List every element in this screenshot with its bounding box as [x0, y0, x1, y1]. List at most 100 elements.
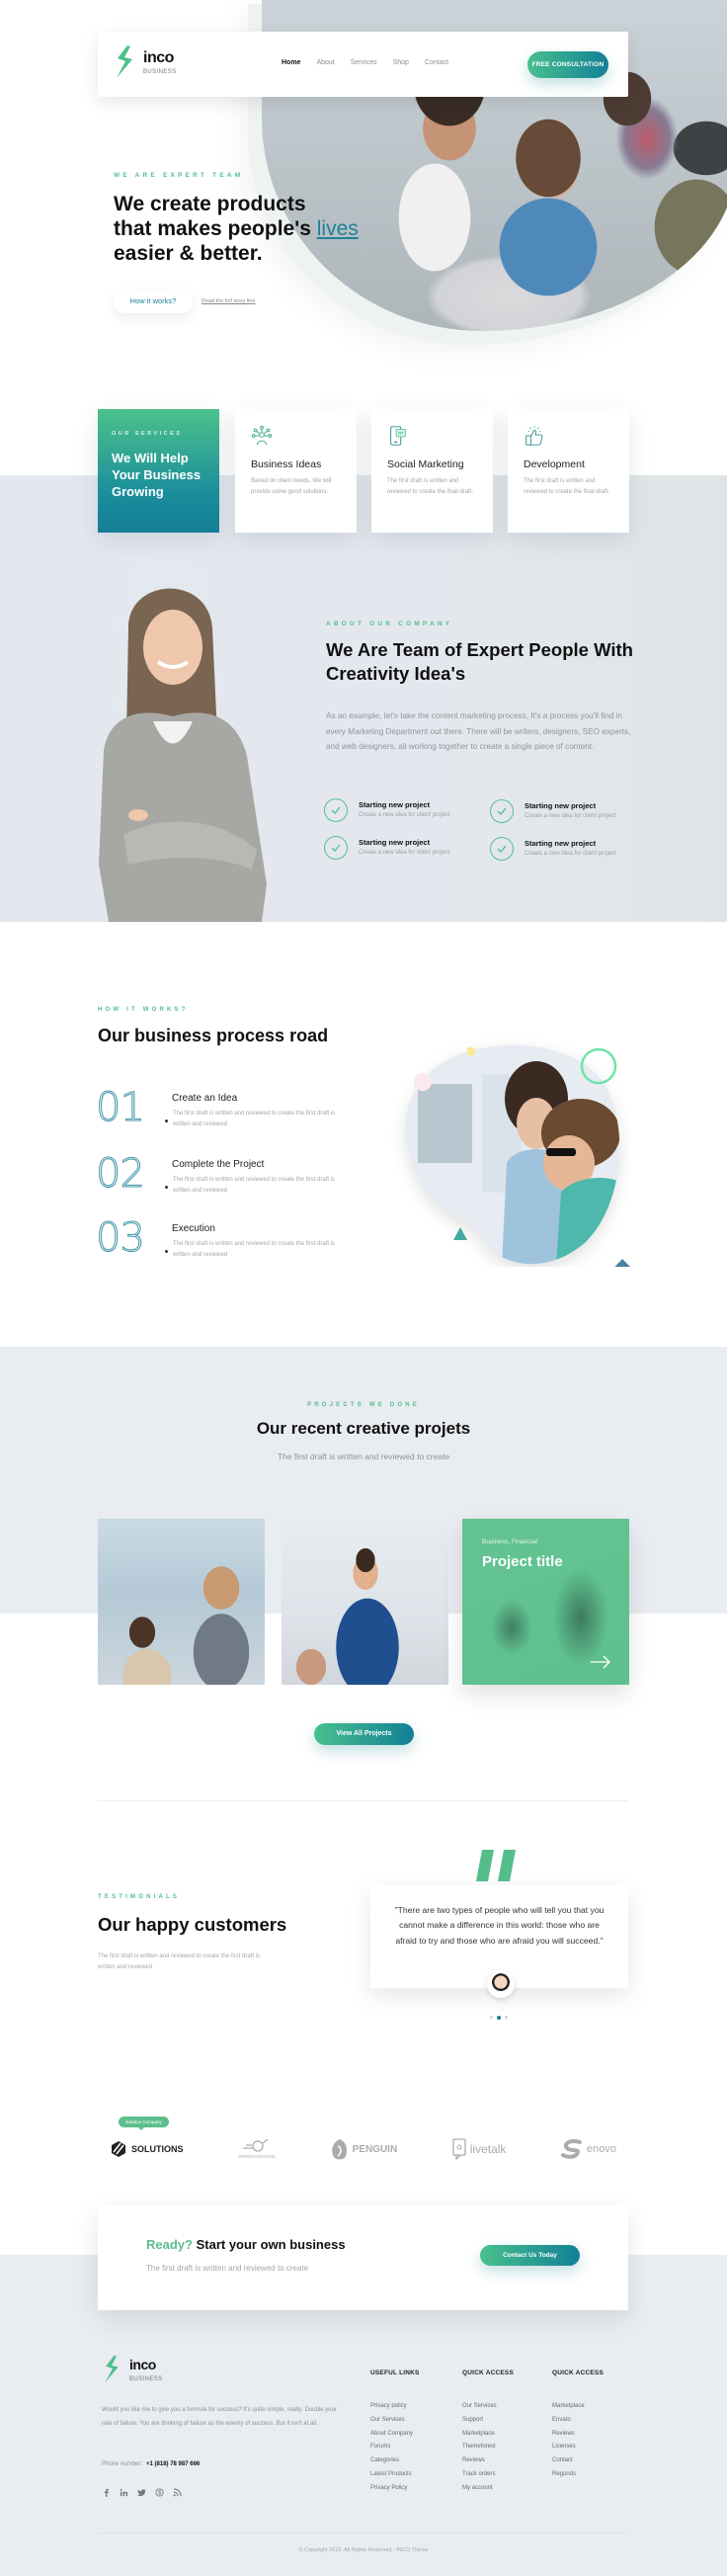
- footer-link[interactable]: Privacy Policy: [370, 2485, 420, 2499]
- feature-title: Starting new project: [359, 838, 431, 847]
- footer-divider: [98, 2533, 628, 2534]
- client-logo-solutions[interactable]: SOLUTIONS: [110, 2140, 184, 2158]
- footer-link[interactable]: Regunds: [552, 2471, 604, 2485]
- hero-title-line1: We create products: [114, 193, 306, 215]
- services-lead-card: OUR SERVICES We Will Help Your Business …: [98, 409, 219, 533]
- step-desc: The first draft is written and reviewed …: [173, 1241, 336, 1259]
- footer-link[interactable]: About Company: [370, 2431, 420, 2445]
- footer-link[interactable]: Latest Products: [370, 2471, 420, 2485]
- footer-link[interactable]: Categories: [370, 2457, 420, 2471]
- client-logo-speedyservice[interactable]: SPEEDYSERVICE: [238, 2139, 276, 2159]
- client-logo-enovo[interactable]: enovo: [561, 2139, 616, 2159]
- free-consultation-button[interactable]: FREE CONSULTATION: [527, 51, 608, 78]
- footer-link[interactable]: Track orders: [462, 2471, 514, 2485]
- phone-number[interactable]: +1 (818) 78 987 666: [146, 2461, 200, 2467]
- cta-card: Ready? Start your own business The first…: [98, 2205, 628, 2310]
- bolt-logo-icon: [117, 45, 132, 78]
- service-card-business-ideas[interactable]: Business Ideas Based on client needs, We…: [235, 409, 357, 533]
- social-links: [102, 2488, 182, 2497]
- carousel-dot[interactable]: [505, 2016, 508, 2019]
- logo-tagline: BUSINESS: [143, 68, 177, 75]
- skype-icon[interactable]: [155, 2488, 164, 2497]
- arrow-right-icon[interactable]: [590, 1655, 611, 1669]
- project-card-celebration[interactable]: [282, 1519, 448, 1685]
- service-desc: The first draft is written and reviewed …: [387, 478, 474, 496]
- nav-contact[interactable]: Contact: [417, 56, 456, 69]
- footer-link[interactable]: Marketplace: [462, 2431, 514, 2445]
- footer-about-text: Would you like me to give you a formula …: [102, 2407, 337, 2427]
- service-card-development[interactable]: Development The first draft is written a…: [508, 409, 629, 533]
- project-card-featured[interactable]: Business, Financial Project title: [462, 1519, 629, 1685]
- process-step: 01 Create an Idea The first draft is wri…: [96, 1085, 353, 1134]
- footer-column-title: USEFUL LINKS: [370, 2369, 420, 2376]
- footer-column-title: QUICK ACCESS: [552, 2369, 604, 2376]
- footer-link[interactable]: Support: [462, 2417, 514, 2431]
- footer-link[interactable]: Contact: [552, 2457, 604, 2471]
- client-logo-livetalk[interactable]: livetalk: [452, 2138, 506, 2160]
- logo[interactable]: inco BUSINESS: [114, 44, 177, 80]
- customer-avatar: [487, 1970, 515, 1998]
- feature-item: Starting new project Create a new idea fo…: [490, 799, 648, 823]
- footer-logo[interactable]: inco BUSINESS: [102, 2355, 163, 2384]
- hero-eyebrow: WE ARE EXPERT TEAM: [114, 172, 244, 179]
- linkedin-icon[interactable]: [120, 2488, 128, 2497]
- twitter-icon[interactable]: [137, 2488, 146, 2497]
- feature-item: Starting new project Create a new idea fo…: [324, 798, 482, 822]
- how-it-works-button[interactable]: How it works?: [114, 290, 193, 313]
- carousel-dots: [490, 2015, 508, 2020]
- footer-link[interactable]: Reviews: [462, 2457, 514, 2471]
- nav-shop[interactable]: Shop: [385, 56, 417, 69]
- read-story-link[interactable]: Read the full story line: [202, 298, 255, 304]
- footer-link[interactable]: Forums: [370, 2444, 420, 2457]
- footer-link[interactable]: Our Services: [370, 2417, 420, 2431]
- feature-title: Starting new project: [359, 800, 431, 809]
- about-eyebrow: ABOUT OUR COMPANY: [326, 621, 453, 627]
- testimonials-desc: The first draft is written and reviewed …: [98, 1953, 261, 1971]
- network-person-icon: [251, 425, 273, 446]
- process-eyebrow: HOW IT WORKS?: [98, 1007, 189, 1013]
- footer-link[interactable]: My account: [462, 2485, 514, 2499]
- process-step: 03 Execution The first draft is written …: [96, 1215, 353, 1265]
- rss-icon[interactable]: [173, 2488, 182, 2497]
- service-card-social-marketing[interactable]: Social Marketing The first draft is writ…: [371, 409, 493, 533]
- service-desc: The first draft is written and reviewed …: [524, 478, 610, 496]
- service-desc: Based on client needs, We will provide s…: [251, 478, 332, 496]
- nav-about[interactable]: About: [308, 56, 342, 69]
- footer-link[interactable]: Our Services: [462, 2403, 514, 2417]
- footer-link[interactable]: Marketplace: [552, 2403, 604, 2417]
- about-title: We Are Team of Expert People With Creati…: [326, 639, 633, 684]
- project-card-meeting[interactable]: [98, 1519, 265, 1685]
- feature-title: Starting new project: [525, 801, 597, 810]
- step-number: 02: [96, 1151, 146, 1198]
- client-logos: SOLUTIONS SPEEDYSERVICE PENGUIN livetalk…: [98, 2129, 628, 2169]
- logo-name: inco: [143, 48, 174, 66]
- carousel-dot[interactable]: [490, 2016, 493, 2019]
- about-text: As an example, let's take the content ma…: [326, 711, 631, 752]
- footer-link[interactable]: Themeforest: [462, 2444, 514, 2457]
- service-title: Social Marketing: [387, 458, 464, 470]
- carousel-dot-active[interactable]: [497, 2015, 501, 2020]
- enovo-swirl-icon: [561, 2139, 583, 2159]
- smiling-woman-photo: [99, 588, 267, 922]
- nav-menu: Home About Services Shop Contact: [274, 53, 456, 69]
- contact-us-button[interactable]: Contact Us Today: [480, 2245, 580, 2266]
- feature-desc: Create a new idea for client project: [359, 850, 450, 856]
- view-all-projects-button[interactable]: View All Projects: [314, 1723, 414, 1745]
- cta-ready: Ready?: [146, 2237, 193, 2252]
- client-logo-penguin[interactable]: PENGUIN: [331, 2138, 397, 2160]
- step-title: Complete the Project: [172, 1159, 265, 1170]
- hero-title-highlight: lives: [316, 217, 359, 241]
- nav-home[interactable]: Home: [274, 53, 308, 69]
- footer-link[interactable]: Privacy policy: [370, 2403, 420, 2417]
- nav-services[interactable]: Services: [343, 56, 385, 69]
- facebook-icon[interactable]: [102, 2488, 111, 2497]
- services-eyebrow: OUR SERVICES: [112, 431, 183, 437]
- footer-column-quick-access: QUICK ACCESS Our Services Support Market…: [462, 2369, 514, 2499]
- cta-subtitle: The first draft is written and reviewed …: [146, 2264, 309, 2273]
- client-badge: Solution Company: [119, 2117, 169, 2130]
- footer-link[interactable]: Envato: [552, 2417, 604, 2431]
- logo-name: inco: [129, 2356, 156, 2372]
- hero-title: We create products that makes people's l…: [114, 192, 410, 267]
- footer-link[interactable]: Licenses: [552, 2444, 604, 2457]
- footer-link[interactable]: Reviews: [552, 2431, 604, 2445]
